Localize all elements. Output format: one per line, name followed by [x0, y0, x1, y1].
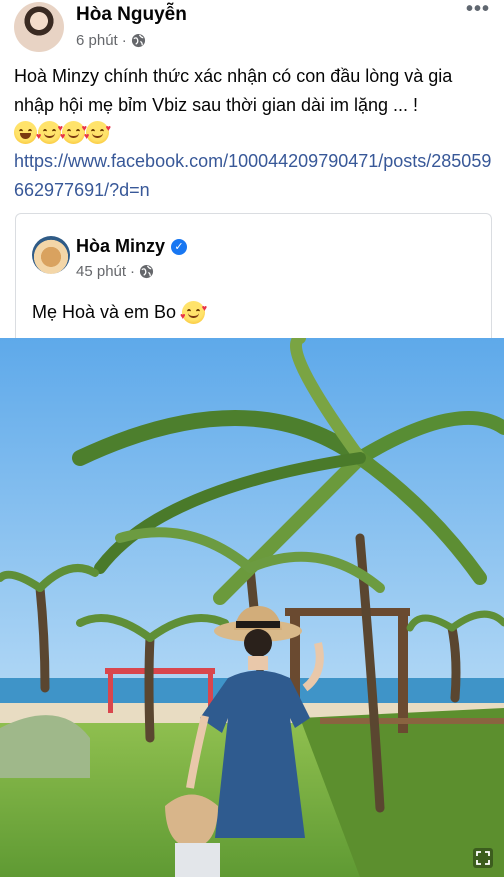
globe-icon[interactable]	[139, 264, 154, 279]
post-time[interactable]: 6 phút	[76, 32, 118, 49]
grinning-face-icon	[14, 121, 37, 144]
post-text: Hoà Minzy chính thức xác nhận có con đầu…	[14, 66, 453, 115]
smiling-face-with-hearts-icon: ♥ ♥	[36, 121, 63, 144]
meta-separator: ·	[121, 32, 127, 49]
shared-post-meta: 45 phút ·	[76, 263, 154, 280]
shared-post-text: Mẹ Hoà và em Bo	[32, 302, 177, 322]
globe-icon[interactable]	[131, 33, 146, 48]
emoji-row: ♥ ♥ ♥ ♥ ♥ ♥	[14, 121, 111, 144]
shared-post-time[interactable]: 45 phút	[76, 263, 126, 280]
author-name[interactable]: Hòa Nguyễn	[76, 4, 187, 26]
shared-post-card[interactable]: Hòa Minzy ✓ 45 phút · Mẹ Hoà và em Bo ♥ ♥	[15, 213, 492, 339]
post-header: Hòa Nguyễn 6 phút · •••	[0, 0, 504, 58]
post-link[interactable]: https://www.facebook.com/100044209790471…	[14, 147, 499, 205]
smiling-face-with-hearts-icon: ♥ ♥	[84, 121, 111, 144]
smiling-face-with-hearts-icon: ♥ ♥	[60, 121, 87, 144]
meta-separator: ·	[130, 263, 136, 280]
expand-icon[interactable]	[472, 847, 494, 869]
more-icon[interactable]: •••	[466, 0, 490, 19]
shared-author: Hòa Minzy ✓	[76, 236, 188, 257]
shared-post-text-row: Mẹ Hoà và em Bo ♥ ♥	[32, 301, 207, 324]
smiling-face-with-hearts-icon: ♥ ♥	[180, 301, 207, 324]
shared-author-name[interactable]: Hòa Minzy	[76, 236, 165, 257]
verified-badge-icon: ✓	[171, 238, 188, 255]
post-meta: 6 phút ·	[76, 32, 146, 49]
author-avatar[interactable]	[14, 2, 64, 52]
post-photo[interactable]	[0, 338, 504, 877]
shared-author-avatar[interactable]	[32, 236, 70, 274]
